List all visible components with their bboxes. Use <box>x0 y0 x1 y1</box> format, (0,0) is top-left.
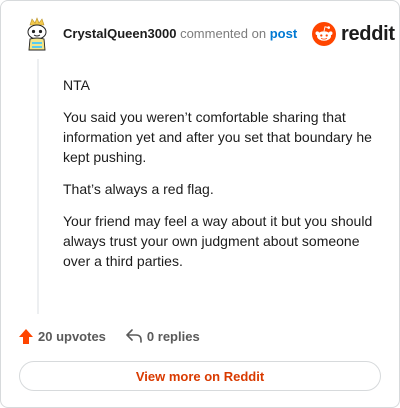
reddit-snoo-icon <box>312 22 336 46</box>
upvote-arrow-icon <box>19 328 33 344</box>
upvote-count: 20 upvotes <box>38 328 106 344</box>
comment-paragraph: That’s always a red flag. <box>63 181 214 197</box>
snoo-avatar-icon <box>27 17 47 51</box>
user-avatar[interactable] <box>21 17 53 51</box>
upvote-button[interactable]: 20 upvotes <box>19 328 106 344</box>
comment-body: NTA You said you weren’t comfortable sha… <box>63 75 373 283</box>
username[interactable]: CrystalQueen3000 <box>63 26 176 41</box>
reply-button[interactable]: 0 replies <box>126 329 200 344</box>
comment-embed-card: CrystalQueen3000 commented on post reddi… <box>0 0 400 408</box>
comment-paragraph: NTA <box>63 77 90 93</box>
comment-actions: 20 upvotes 0 replies <box>19 327 200 345</box>
reddit-logo[interactable]: reddit <box>312 21 395 47</box>
thread-line <box>37 59 39 314</box>
reply-count: 0 replies <box>146 328 200 344</box>
reddit-wordmark: reddit <box>341 22 395 45</box>
comment-paragraph: Your friend may feel a way about it but … <box>63 213 373 269</box>
view-more-button[interactable]: View more on Reddit <box>19 361 381 391</box>
comment-paragraph: You said you weren’t comfortable sharing… <box>63 109 372 165</box>
commented-on-text: commented on <box>180 26 267 41</box>
reply-arrow-icon <box>126 329 142 343</box>
post-link[interactable]: post <box>270 26 297 41</box>
comment-header: CrystalQueen3000 commented on post <box>63 26 297 42</box>
